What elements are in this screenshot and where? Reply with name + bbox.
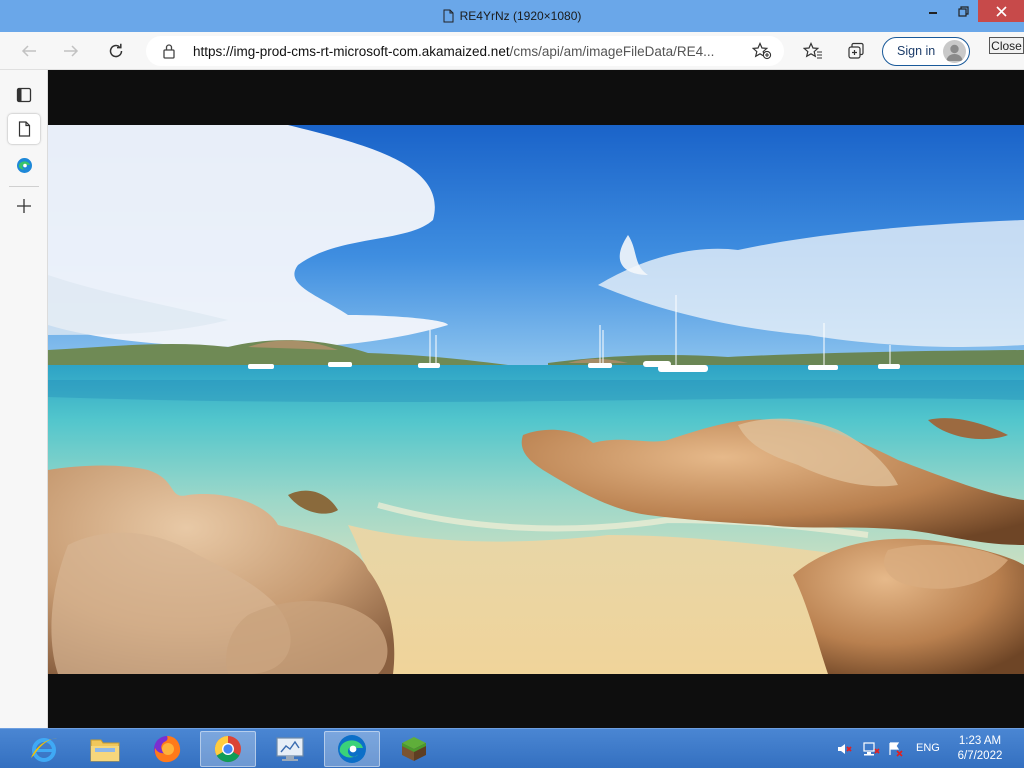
taskbar-file-explorer[interactable] xyxy=(77,731,133,767)
sign-in-label: Sign in xyxy=(897,44,936,58)
clock-time: 1:23 AM xyxy=(958,735,1002,747)
forward-button[interactable] xyxy=(58,39,84,63)
image-viewer xyxy=(48,70,1024,728)
title-bar: RE4YrNz (1920×1080) xyxy=(0,0,1024,32)
action-center-icon[interactable] xyxy=(888,741,904,757)
sidebar-divider xyxy=(9,186,39,187)
firefox-icon xyxy=(154,736,181,763)
grass-block-icon xyxy=(402,737,426,761)
arrow-right-icon xyxy=(64,45,79,57)
collections-button[interactable] xyxy=(843,39,869,63)
sign-in-button[interactable]: Sign in xyxy=(882,37,970,66)
restore-icon xyxy=(957,5,969,17)
language-indicator[interactable]: ENG xyxy=(916,742,940,754)
edge-icon xyxy=(16,157,32,173)
system-tray xyxy=(836,729,904,768)
window-controls xyxy=(918,0,1024,22)
favorites-button[interactable] xyxy=(800,39,826,63)
tab-edge[interactable] xyxy=(8,150,40,180)
window-close-button[interactable] xyxy=(978,0,1024,22)
url-text[interactable]: https://img-prod-cms-rt-microsoft-com.ak… xyxy=(193,44,748,59)
monitor-icon xyxy=(276,737,304,761)
new-tab-button[interactable] xyxy=(8,191,40,221)
favorites-icon xyxy=(803,42,822,59)
close-icon xyxy=(995,5,1007,17)
vertical-tabs-sidebar xyxy=(0,70,48,728)
edge-icon xyxy=(338,735,366,763)
taskbar-edge[interactable] xyxy=(324,731,380,767)
internet-explorer-icon xyxy=(31,738,57,762)
beach-scene-image xyxy=(48,125,1024,674)
taskbar-control-panel[interactable] xyxy=(262,731,318,767)
taskbar-internet-explorer[interactable] xyxy=(16,731,72,767)
volume-muted-icon[interactable] xyxy=(836,741,854,757)
document-icon xyxy=(443,9,454,23)
windows-taskbar: ENG 1:23 AM 6/7/2022 xyxy=(0,728,1024,768)
tab-current-image[interactable] xyxy=(8,114,40,144)
close-button[interactable]: Close xyxy=(989,37,1024,54)
taskbar-chrome[interactable] xyxy=(200,731,256,767)
arrow-left-icon xyxy=(21,45,36,57)
lock-icon[interactable] xyxy=(162,43,176,59)
chrome-icon xyxy=(214,735,241,763)
browser-toolbar: https://img-prod-cms-rt-microsoft-com.ak… xyxy=(0,32,1024,70)
restore-button[interactable] xyxy=(948,0,978,22)
clock[interactable]: 1:23 AM 6/7/2022 xyxy=(950,734,1010,764)
plus-icon xyxy=(17,199,31,213)
refresh-icon xyxy=(109,43,123,58)
tab-actions-button[interactable] xyxy=(8,80,40,110)
minimize-button[interactable] xyxy=(918,0,948,22)
taskbar-firefox[interactable] xyxy=(139,731,195,767)
taskbar-minecraft[interactable] xyxy=(386,731,442,767)
collections-icon xyxy=(848,42,864,59)
document-icon xyxy=(18,121,30,137)
folder-icon xyxy=(90,739,120,762)
window-title: RE4YrNz (1920×1080) xyxy=(459,9,582,23)
clock-date: 6/7/2022 xyxy=(957,750,1003,762)
avatar-icon xyxy=(943,40,966,63)
tab-actions-icon xyxy=(16,87,32,103)
back-button[interactable] xyxy=(16,39,42,63)
add-favorite-icon[interactable] xyxy=(752,42,772,60)
url-host: https://img-prod-cms-rt-microsoft-com.ak… xyxy=(193,44,510,59)
minimize-icon xyxy=(929,12,937,14)
window-title-area: RE4YrNz (1920×1080) xyxy=(443,9,582,23)
url-path: /cms/api/am/imageFileData/RE4... xyxy=(509,44,715,59)
address-bar[interactable]: https://img-prod-cms-rt-microsoft-com.ak… xyxy=(146,36,784,66)
refresh-button[interactable] xyxy=(103,39,129,63)
network-icon[interactable] xyxy=(862,741,880,757)
beach-photo xyxy=(48,125,1024,674)
